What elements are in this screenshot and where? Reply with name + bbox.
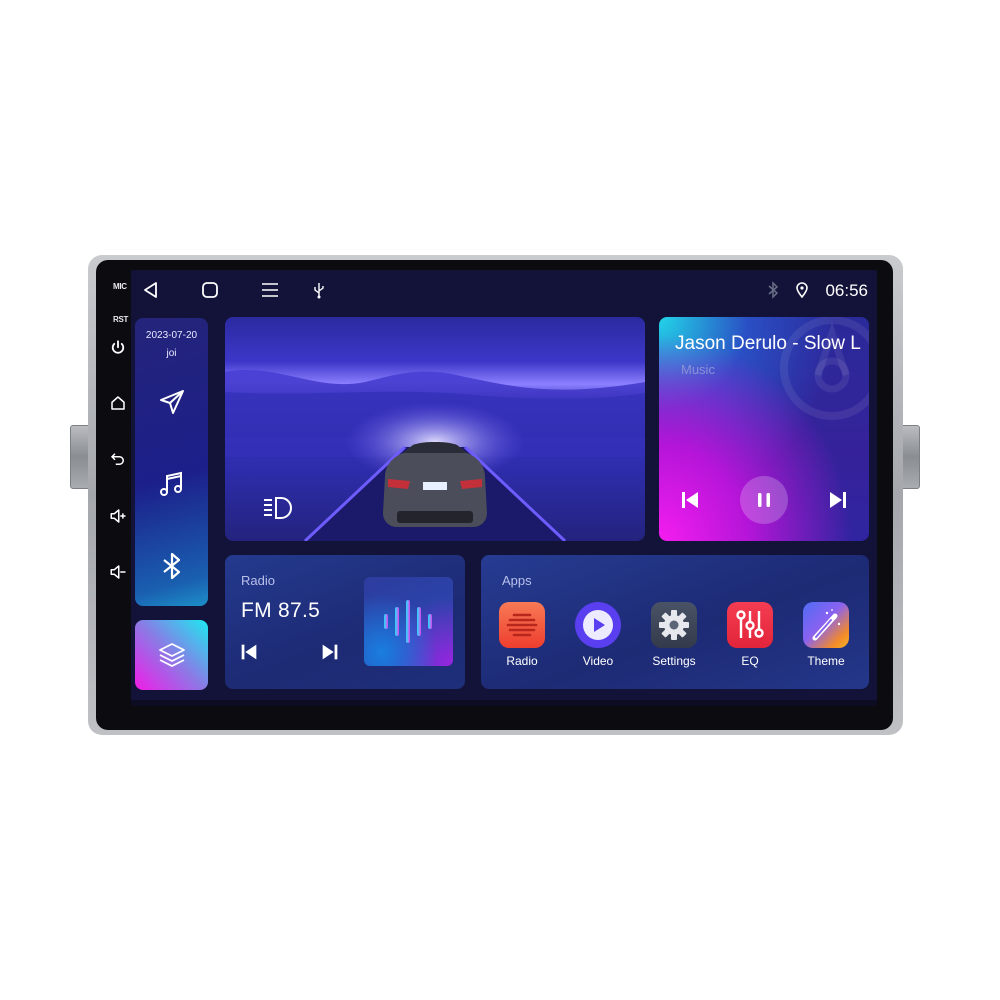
music-note-icon <box>160 471 182 496</box>
sidebar-bluetooth-button[interactable] <box>156 550 188 582</box>
navigation-arrow-icon <box>160 390 184 414</box>
radio-previous-button[interactable] <box>238 641 260 663</box>
app-radio-label: Radio <box>506 654 538 668</box>
layers-icon <box>159 643 185 668</box>
back-arrow-icon <box>110 453 124 465</box>
hw-back-button[interactable] <box>109 450 127 468</box>
location-indicator <box>792 280 812 300</box>
video-app-icon <box>575 602 621 648</box>
square-home-icon <box>202 282 218 298</box>
song-title: Jason Derulo - Slow L <box>675 333 861 354</box>
hw-volume-down-button[interactable] <box>109 563 127 581</box>
car-widget[interactable] <box>225 317 645 541</box>
app-radio[interactable]: Radio <box>491 602 553 668</box>
radio-app-icon <box>499 602 545 648</box>
bluetooth-icon <box>163 552 181 580</box>
screen-bottom-edge <box>131 700 877 706</box>
usb-indicator <box>309 280 329 300</box>
location-pin-icon <box>796 282 808 299</box>
volume-down-icon <box>110 565 126 579</box>
date-text: 2023-07-20 <box>145 330 198 341</box>
triangle-back-icon <box>144 282 157 298</box>
app-settings-label: Settings <box>652 654 696 668</box>
sidebar-panel: 2023-07-20 joi <box>135 318 208 606</box>
music-pause-button[interactable] <box>740 476 788 524</box>
hw-volume-up-button[interactable] <box>109 507 127 525</box>
theme-app-icon <box>803 602 849 648</box>
hw-power-button[interactable] <box>109 339 127 357</box>
radio-visualizer <box>364 577 453 666</box>
usb-icon <box>314 283 324 299</box>
home-icon <box>111 396 125 410</box>
sound-wave-icon <box>384 600 432 643</box>
power-icon <box>111 340 125 354</box>
pause-icon <box>758 493 770 507</box>
nav-back-button[interactable] <box>141 280 161 300</box>
skip-previous-icon <box>241 644 257 660</box>
mic-label: MIC <box>113 282 127 291</box>
skip-next-icon <box>830 492 846 508</box>
app-theme-label: Theme <box>807 654 845 668</box>
music-widget[interactable]: Jason Derulo - Slow L Music <box>659 317 869 541</box>
apps-widget: Apps Radio Video Settings EQ Theme <box>481 555 869 689</box>
radio-label: Radio <box>241 573 275 588</box>
nav-home-button[interactable] <box>200 280 220 300</box>
settings-app-icon <box>651 602 697 648</box>
eq-app-icon <box>727 602 773 648</box>
day-text: joi <box>166 348 177 359</box>
app-theme[interactable]: Theme <box>795 602 857 668</box>
hamburger-menu-icon <box>262 283 278 297</box>
music-next-button[interactable] <box>826 488 850 512</box>
radio-next-button[interactable] <box>319 641 341 663</box>
skip-previous-icon <box>682 492 698 508</box>
layers-button[interactable] <box>135 620 208 690</box>
bluetooth-indicator <box>763 280 783 300</box>
clock: 06:56 <box>825 281 868 300</box>
nav-menu-button[interactable] <box>260 280 280 300</box>
app-eq[interactable]: EQ <box>719 602 781 668</box>
status-bar: 06:56 <box>131 270 877 310</box>
song-source: Music <box>681 362 715 377</box>
radio-widget[interactable]: Radio FM 87.5 <box>225 555 465 689</box>
sidebar-music-button[interactable] <box>156 468 188 500</box>
headlight-icon <box>264 497 292 519</box>
radio-frequency: FM 87.5 <box>241 599 321 622</box>
hw-home-button[interactable] <box>109 394 127 412</box>
skip-next-icon <box>322 644 338 660</box>
app-eq-label: EQ <box>741 654 759 668</box>
bluetooth-icon <box>768 281 779 299</box>
rst-button[interactable]: RST <box>113 315 128 324</box>
head-unit-screen: 06:56 2023-07-20 joi Jason Derulo - Slow… <box>131 270 877 706</box>
volume-up-icon <box>110 509 126 523</box>
music-previous-button[interactable] <box>678 488 702 512</box>
app-settings[interactable]: Settings <box>643 602 705 668</box>
app-video-label: Video <box>582 654 614 668</box>
app-video[interactable]: Video <box>567 602 629 668</box>
apps-label: Apps <box>502 573 532 588</box>
sidebar-navigation-button[interactable] <box>156 386 188 418</box>
